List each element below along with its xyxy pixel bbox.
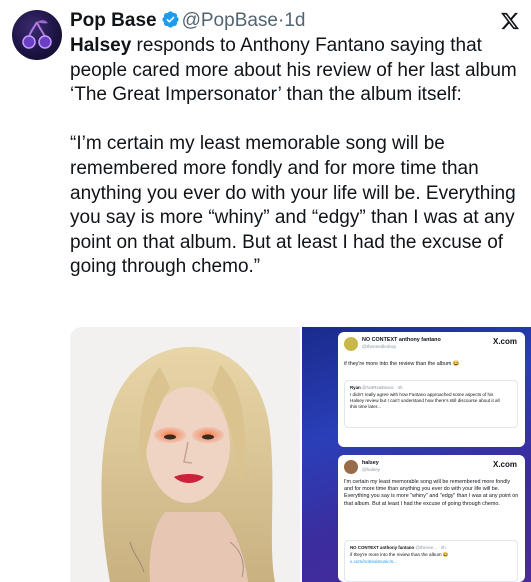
post-text-body: responds to Anthony Fantano saying that … (70, 35, 517, 278)
post-time[interactable]: 1d (284, 10, 305, 31)
card1-platform: X.com (492, 337, 517, 346)
card2-quote-name: NO CONTEXT anthony fantano (350, 545, 415, 550)
post-header: Pop Base @PopBase·1d (70, 9, 305, 36)
card2-text: I'm certain my least memorable song will… (344, 479, 519, 507)
card2-quote-link: x.com/notrealmusic/s... (350, 559, 397, 564)
verified-badge-icon (161, 10, 180, 36)
post-text-lead: Halsey (70, 35, 132, 56)
card1-quote: Ryan @NotRealMusic · 4h I didn't really … (344, 380, 518, 428)
card2-quote-header: NO CONTEXT anthony fantano @theneе... · … (350, 545, 446, 550)
card1-handle: @theneedledrop (362, 344, 397, 349)
card2-quote-meta: @theneе... · 2h (415, 545, 446, 550)
card1-text: if they're more into the review than the… (344, 361, 460, 367)
author-avatar[interactable] (12, 10, 62, 60)
cherry-logo-icon (22, 20, 52, 49)
card1-quote-header: Ryan @NotRealMusic · 4h (350, 385, 403, 390)
card2-quote-text: if they're more into the review than the… (350, 552, 449, 557)
post-text: Halsey responds to Anthony Fantano sayin… (70, 34, 528, 280)
screenshot-card-fantano: NO CONTEXT anthony fantano @theneedledro… (338, 332, 525, 447)
card1-name: NO CONTEXT anthony fantano (362, 337, 441, 343)
card2-handle: @halsey (362, 467, 380, 472)
card1-quote-name: Ryan (350, 385, 361, 390)
fantano-avatar (344, 337, 358, 351)
author-handle[interactable]: @PopBase (182, 10, 278, 31)
card1-quote-meta: @NotRealMusic · 4h (361, 385, 403, 390)
screenshots-panel[interactable]: NO CONTEXT anthony fantano @theneedledro… (302, 327, 531, 582)
x-logo-icon[interactable] (500, 11, 520, 36)
card2-name: halsey (362, 460, 379, 466)
halsey-photo[interactable] (70, 327, 300, 582)
card2-quote: NO CONTEXT anthony fantano @theneе... · … (344, 540, 518, 582)
card2-platform: X.com (492, 460, 517, 469)
author-name[interactable]: Pop Base (70, 10, 157, 31)
screenshot-card-halsey: halsey @halsey X.com I'm certain my leas… (338, 455, 525, 582)
halsey-avatar (344, 460, 358, 474)
portrait-image (70, 327, 300, 582)
media-attachment[interactable]: NO CONTEXT anthony fantano @theneedledro… (70, 327, 531, 582)
card1-quote-text: I didn't really agree with how Fantano a… (350, 392, 500, 409)
